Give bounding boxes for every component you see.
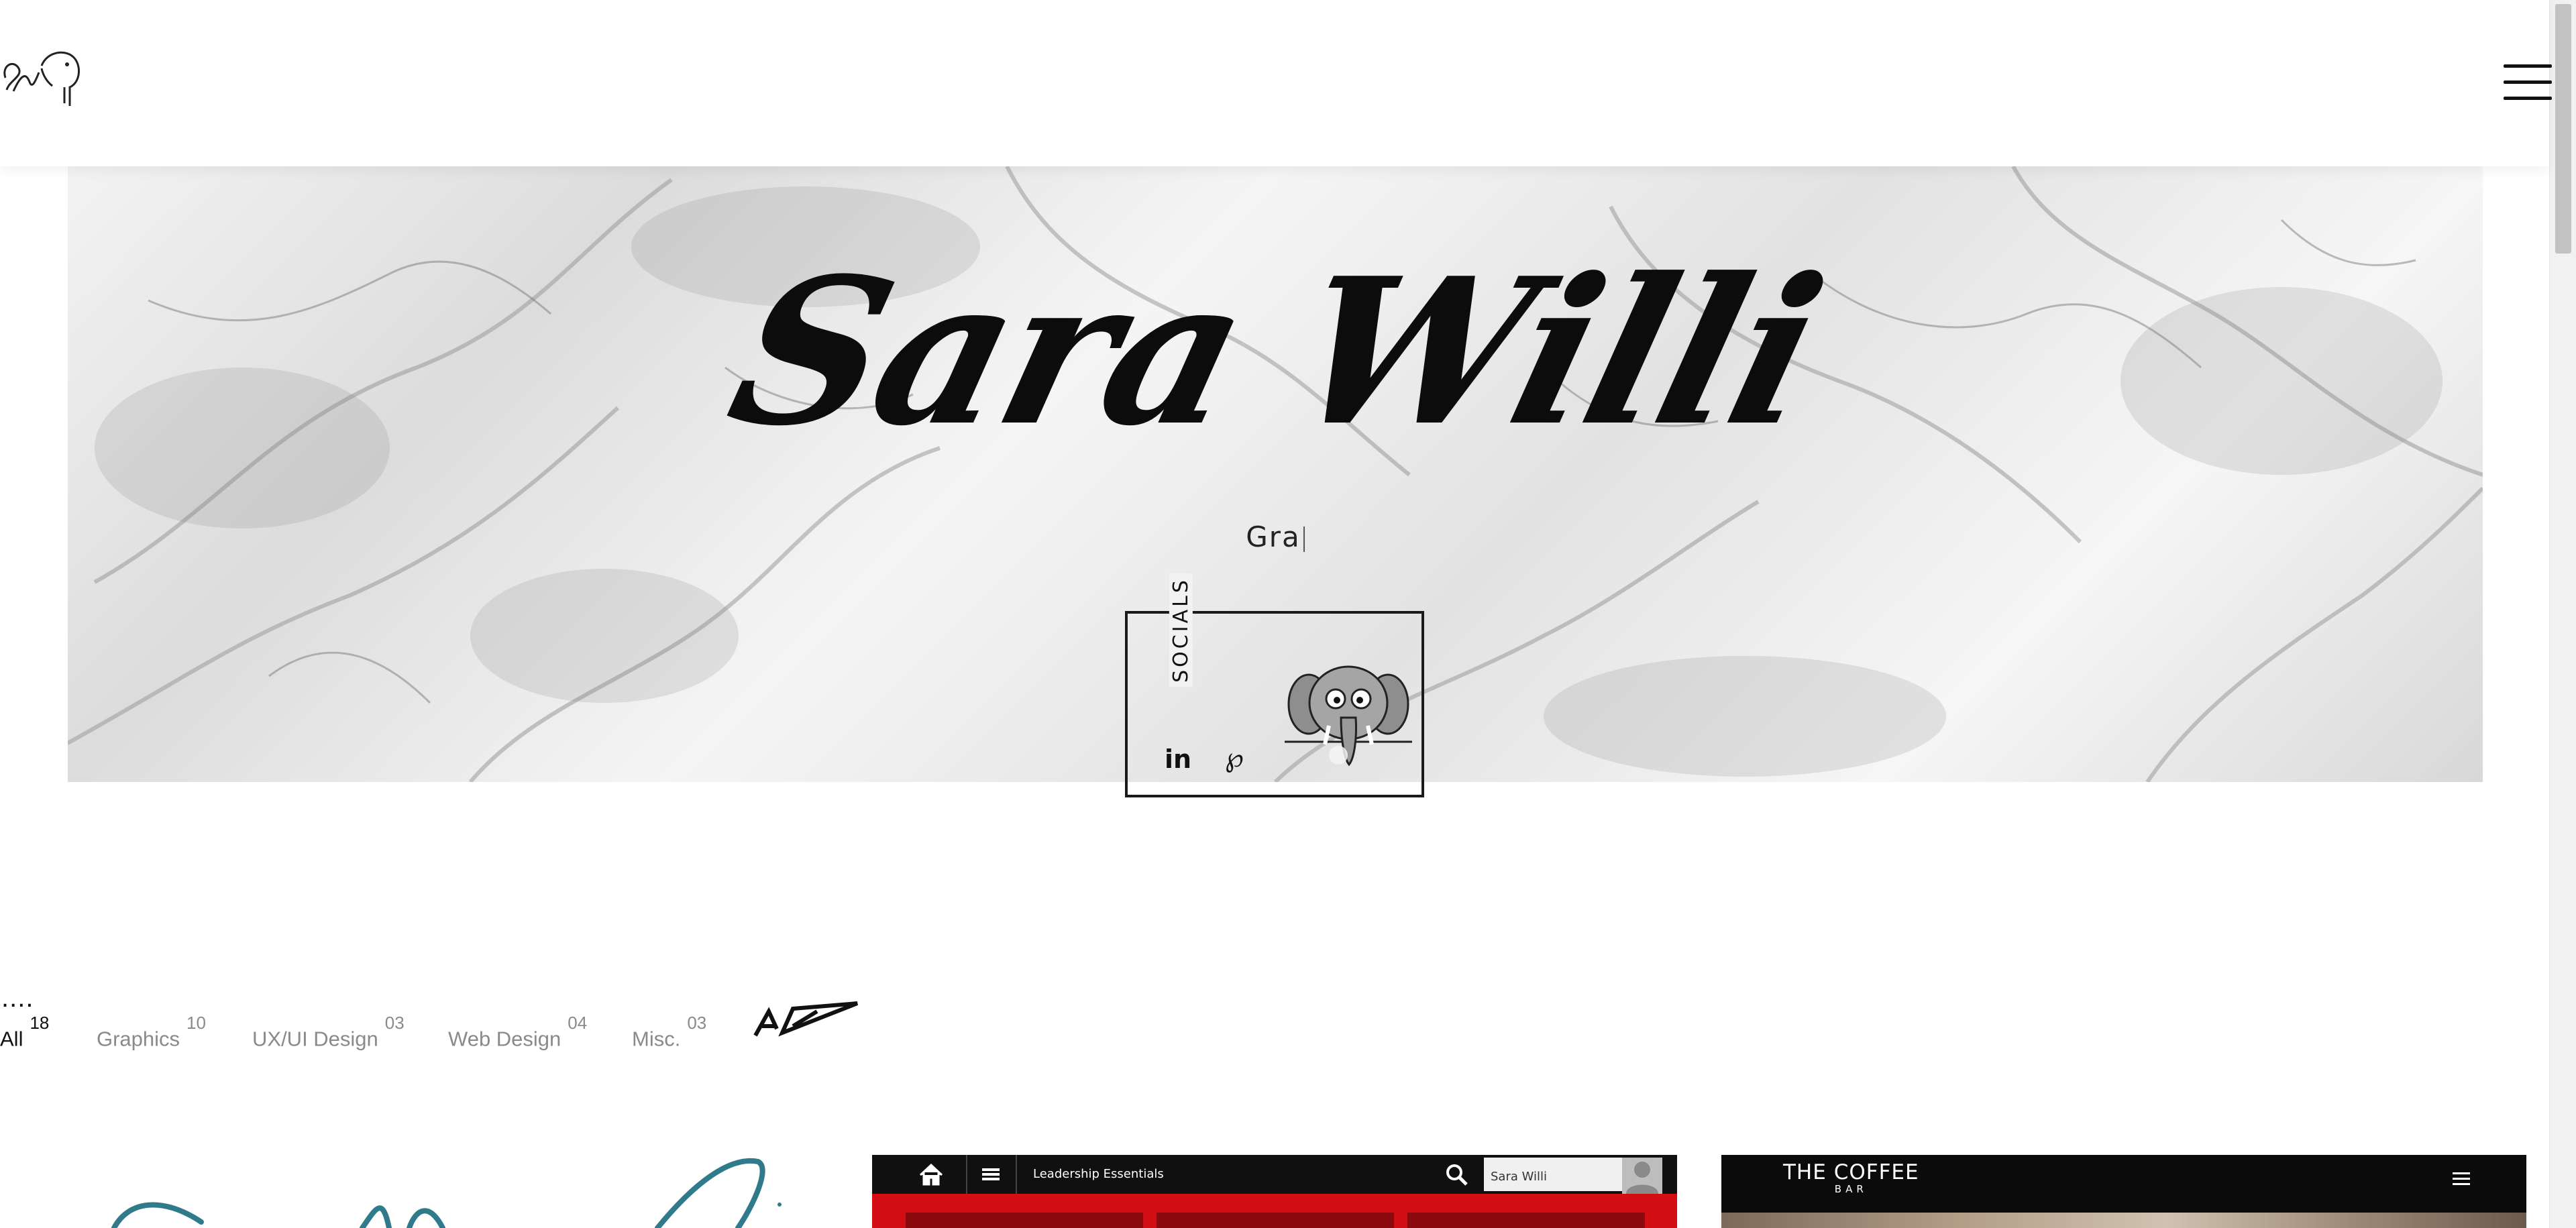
filter-count: 18: [30, 1013, 50, 1033]
coffee-bar-logo: THE COFFEE BAR: [1783, 1160, 1919, 1195]
bar-separator: [1016, 1155, 1017, 1194]
portfolio-card-script[interactable]: [0, 1155, 845, 1228]
filter-count: 03: [384, 1013, 405, 1033]
hamburger-menu-icon[interactable]: [2504, 64, 2552, 101]
leadership-title: Leadership Essentials: [1033, 1167, 1164, 1181]
filter-count: 03: [687, 1013, 707, 1033]
bar-separator: [966, 1155, 967, 1194]
teal-script-artwork: [111, 1158, 782, 1228]
filter-misc[interactable]: Misc.03: [632, 1013, 706, 1051]
menu-icon[interactable]: [982, 1168, 1000, 1180]
portfolio-card-coffee-bar[interactable]: THE COFFEE BAR: [1721, 1155, 2526, 1228]
filter-graphics[interactable]: Graphics10: [97, 1013, 206, 1051]
page-scrollbar[interactable]: [2549, 0, 2576, 1228]
leadership-top-bar: Leadership Essentials Sara Willi: [872, 1155, 1677, 1194]
filter-dots: ....: [1, 983, 34, 1013]
menu-icon[interactable]: [2453, 1172, 2470, 1186]
user-box[interactable]: Sara Willi: [1484, 1158, 1625, 1191]
search-icon[interactable]: [1445, 1163, 1469, 1187]
avatar-icon[interactable]: [1622, 1158, 1662, 1194]
linkedin-icon[interactable]: in: [1165, 744, 1191, 774]
filter-count: 04: [568, 1013, 588, 1033]
elephant-mascot-icon: [1285, 665, 1412, 767]
typing-text: Gra: [1246, 520, 1301, 553]
typing-caret: [1303, 526, 1305, 552]
sw-elephant-logo[interactable]: [0, 39, 87, 113]
site-header: [0, 0, 2552, 166]
scrollbar-thumb[interactable]: [2555, 4, 2571, 254]
filter-all[interactable]: All18: [0, 1013, 49, 1051]
pinterest-icon[interactable]: ℘: [1225, 742, 1244, 773]
filter-count: 10: [186, 1013, 206, 1033]
hero-title: Sara Willi: [710, 233, 1840, 470]
ad-monogram-logo: [753, 1001, 859, 1037]
leadership-tab[interactable]: [1157, 1213, 1394, 1228]
socials-label: SOCIALS: [1169, 573, 1193, 687]
home-icon[interactable]: [919, 1163, 943, 1186]
coffee-logo-line1: THE COFFEE: [1783, 1160, 1919, 1184]
coffee-logo-line2: BAR: [1834, 1183, 1868, 1195]
leadership-tab[interactable]: [1407, 1213, 1645, 1228]
filter-web-design[interactable]: Web Design04: [448, 1013, 587, 1051]
coffee-hero-photo: [1721, 1213, 2526, 1228]
socials-label-container: SOCIALS: [1151, 573, 1209, 687]
hero-subtitle-typing: Gra: [68, 520, 2483, 553]
portfolio-card-leadership[interactable]: Leadership Essentials Sara Willi: [872, 1155, 1677, 1228]
filter-ux-ui-design[interactable]: UX/UI Design03: [252, 1013, 405, 1051]
leadership-tab[interactable]: [906, 1213, 1143, 1228]
user-name: Sara Willi: [1491, 1170, 1548, 1184]
